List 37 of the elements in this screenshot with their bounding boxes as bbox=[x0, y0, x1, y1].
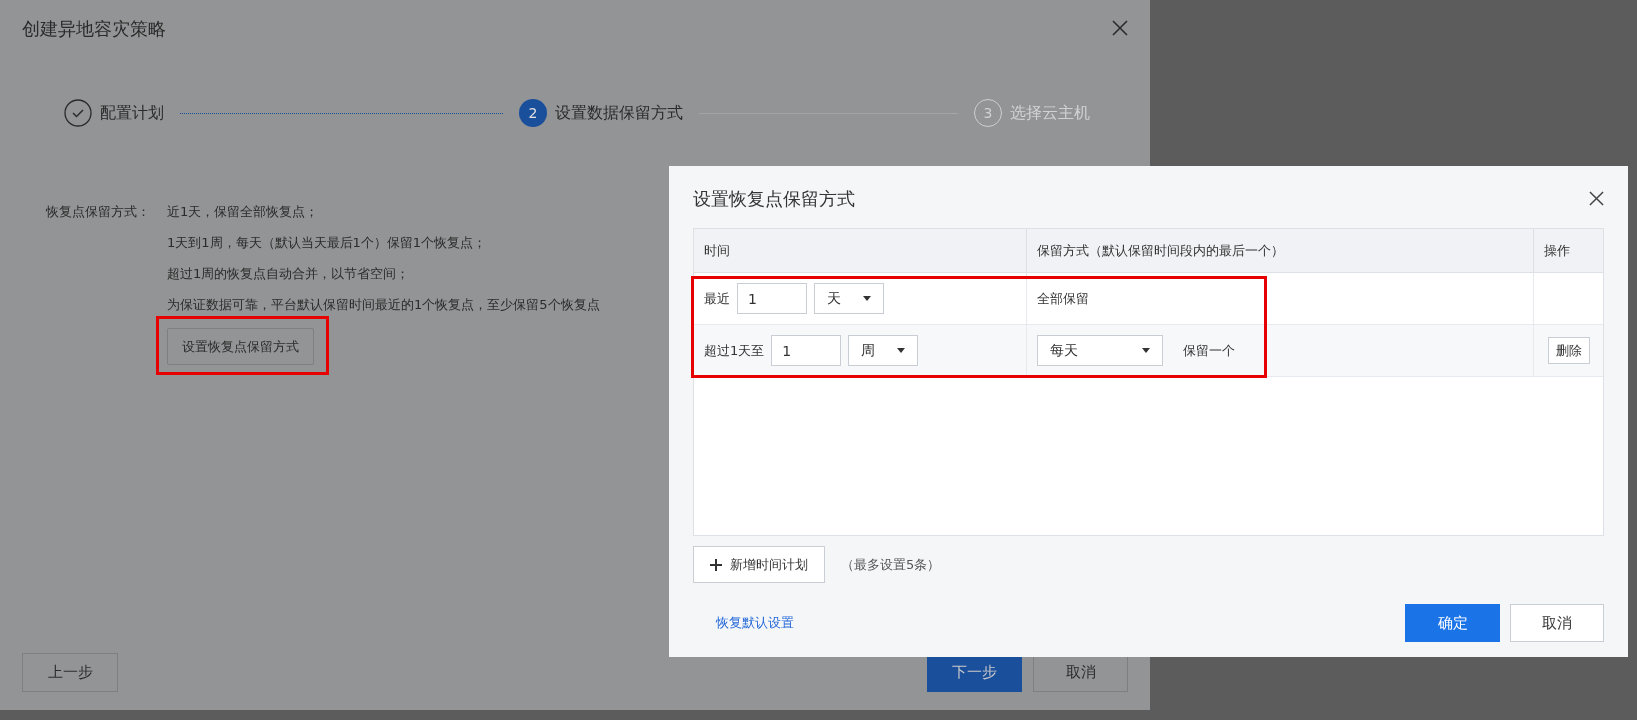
time-prefix: 超过1天至 bbox=[704, 341, 765, 360]
plus-icon bbox=[710, 558, 722, 571]
step-number: 2 bbox=[519, 99, 547, 127]
retention-label: 恢复点保留方式： bbox=[46, 203, 151, 221]
number-field[interactable]: 1 bbox=[771, 335, 842, 366]
unit-select[interactable]: 天 bbox=[814, 283, 884, 314]
retention-rule: 为保证数据可靠，平台默认保留时间最近的1个恢复点，至少保留5个恢复点 bbox=[167, 296, 600, 314]
retention-rule: 1天到1周，每天（默认当天最后1个）保留1个恢复点； bbox=[167, 234, 488, 252]
unit-select[interactable]: 周 bbox=[848, 335, 919, 366]
column-header: 时间 bbox=[704, 241, 730, 260]
confirm-button[interactable]: 确定 bbox=[1405, 604, 1500, 642]
reset-defaults-link[interactable]: 恢复默认设置 bbox=[716, 613, 794, 633]
limit-note: （最多设置5条） bbox=[841, 555, 941, 574]
retention-rule: 近1天，保留全部恢复点； bbox=[167, 203, 320, 221]
retention-text: 全部保留 bbox=[1037, 289, 1089, 308]
caret-icon bbox=[897, 348, 906, 353]
dialog-title: 创建异地容灾策略 bbox=[22, 16, 166, 41]
column-header: 保留方式（默认保留时间段内的最后一个） bbox=[1037, 241, 1284, 260]
close-icon[interactable] bbox=[1112, 20, 1128, 36]
caret-icon bbox=[863, 296, 871, 301]
cancel-button[interactable]: 取消 bbox=[1510, 604, 1604, 642]
time-prefix: 最近 bbox=[704, 289, 730, 308]
number-field[interactable]: 1 bbox=[737, 283, 807, 314]
step-label: 设置数据保留方式 bbox=[555, 102, 683, 124]
retention-text: 保留一个 bbox=[1183, 341, 1235, 360]
delete-button[interactable]: 删除 bbox=[1547, 337, 1590, 364]
close-icon[interactable] bbox=[1589, 190, 1604, 206]
retention-settings-button[interactable]: 设置恢复点保留方式 bbox=[167, 328, 314, 365]
column-header: 操作 bbox=[1544, 241, 1570, 260]
previous-step-button[interactable]: 上一步 bbox=[22, 653, 118, 692]
retention-rule: 超过1周的恢复点自动合并，以节省空间； bbox=[167, 265, 411, 283]
frequency-select[interactable]: 每天 bbox=[1037, 335, 1163, 366]
caret-icon bbox=[1142, 348, 1150, 353]
add-schedule-button[interactable]: 新增时间计划 bbox=[693, 546, 825, 583]
modal-title: 设置恢复点保留方式 bbox=[693, 186, 855, 211]
step-label: 选择云主机 bbox=[1010, 102, 1090, 124]
step-label: 配置计划 bbox=[100, 102, 164, 124]
